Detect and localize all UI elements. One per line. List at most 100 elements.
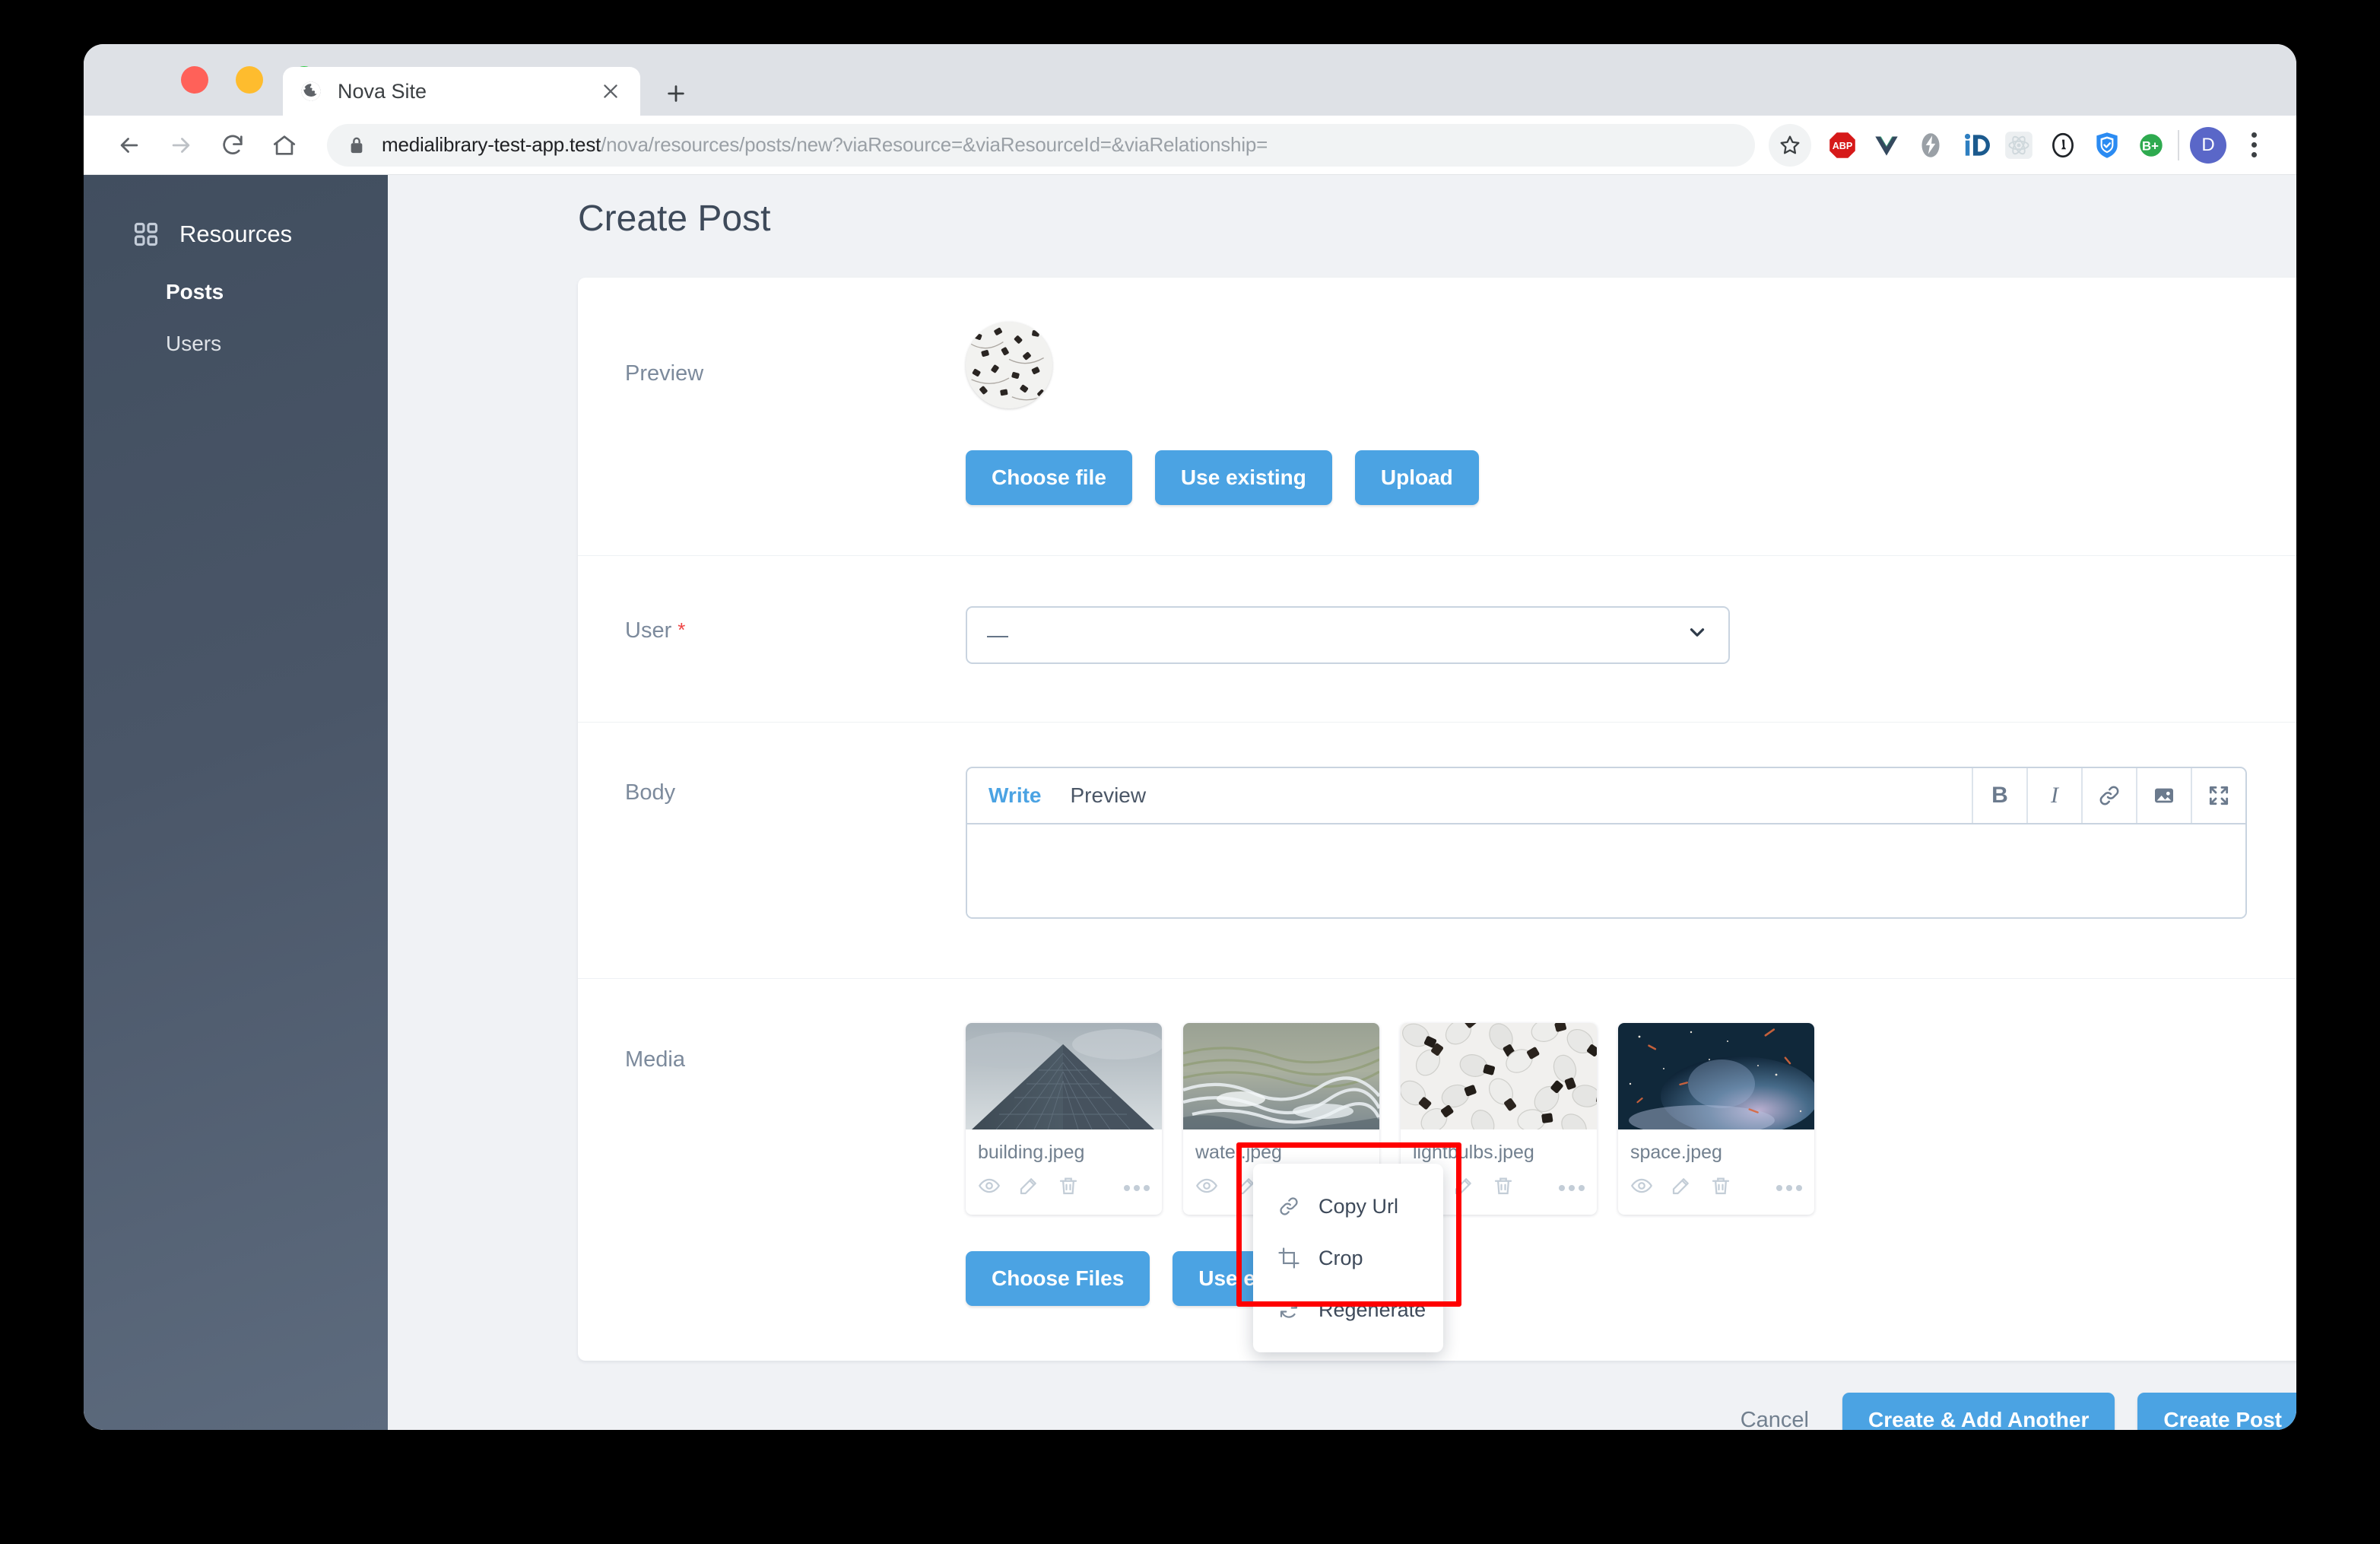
trash-icon[interactable] — [1709, 1174, 1732, 1201]
media-filename: lightbulbs.jpeg — [1413, 1142, 1534, 1163]
trash-icon[interactable] — [1492, 1174, 1515, 1201]
media-grid: building.jpeg water.jpeg lightbulbs.jpeg… — [966, 1023, 2261, 1215]
onepassword-icon[interactable] — [2047, 129, 2079, 161]
preview-field-label: Preview — [625, 361, 704, 386]
bold-icon[interactable]: B — [1972, 768, 2026, 823]
image-icon[interactable] — [2136, 768, 2191, 823]
browser-tab[interactable]: Nova Site — [283, 67, 640, 116]
list-item[interactable]: space.jpeg — [1618, 1023, 1814, 1215]
body-field-body: Write Preview B I — [966, 767, 2296, 919]
list-item[interactable]: building.jpeg — [966, 1023, 1162, 1215]
close-window-button[interactable] — [181, 66, 208, 94]
browser-menu-icon[interactable] — [2237, 127, 2271, 164]
svg-text:ABP: ABP — [1833, 141, 1853, 151]
new-tab-button[interactable] — [662, 79, 690, 108]
eye-icon[interactable] — [1195, 1174, 1218, 1201]
media-field-label: Media — [625, 1047, 685, 1072]
link-icon[interactable] — [2081, 768, 2136, 823]
adblock-plus-icon[interactable]: ABP — [1826, 129, 1858, 161]
form-actions: Cancel Create & Add Another Create Post — [578, 1393, 2296, 1430]
editor-tool-group: B I — [1972, 768, 2245, 823]
back-icon[interactable] — [109, 125, 149, 165]
toolbar-divider — [2178, 129, 2179, 160]
edit-icon[interactable] — [1452, 1174, 1475, 1201]
tab-write[interactable]: Write — [988, 783, 1042, 808]
sidebar-item-resources[interactable]: Resources — [84, 175, 388, 248]
media-context-menu-wrapper: Copy Url Crop Regenerate — [1236, 1142, 1461, 1352]
media-thumbnail-water — [1183, 1023, 1379, 1129]
user-select-value: — — [987, 623, 1008, 647]
media-filename: water.jpeg — [1195, 1142, 1282, 1163]
refresh-icon — [1276, 1297, 1302, 1323]
menu-item-regenerate[interactable]: Regenerate — [1253, 1284, 1443, 1336]
user-select[interactable]: — — [966, 606, 1730, 664]
browser-window: Nova Site medialibrary-test-app.test/nov… — [84, 44, 2296, 1430]
more-icon[interactable] — [1776, 1184, 1802, 1191]
svg-text:B+: B+ — [2142, 138, 2159, 153]
vue-devtools-icon[interactable] — [1871, 129, 1902, 161]
address-bar[interactable]: medialibrary-test-app.test/nova/resource… — [327, 123, 1755, 167]
forward-icon[interactable] — [161, 125, 201, 165]
media-card-actions — [1618, 1164, 1814, 1215]
field-row-body: Body Write Preview B I — [578, 723, 2296, 979]
media-context-menu: Copy Url Crop Regenerate — [1253, 1164, 1443, 1352]
create-post-button[interactable]: Create Post — [2137, 1393, 2296, 1430]
media-thumbnail-space — [1618, 1023, 1814, 1129]
home-icon[interactable] — [265, 125, 304, 165]
choose-file-button[interactable]: Choose file — [966, 450, 1132, 505]
fullscreen-icon[interactable] — [2191, 768, 2245, 823]
lightning-icon[interactable] — [1915, 129, 1947, 161]
media-field-body: building.jpeg water.jpeg lightbulbs.jpeg… — [966, 1023, 2296, 1306]
italic-icon[interactable]: I — [2026, 768, 2081, 823]
url-host: medialibrary-test-app.test — [382, 133, 601, 156]
edit-icon[interactable] — [1017, 1174, 1040, 1201]
shield-icon[interactable] — [2091, 129, 2123, 161]
menu-item-label: Crop — [1319, 1246, 1363, 1269]
bookmark-star-icon[interactable] — [1769, 123, 1811, 167]
preview-field-body: Choose file Use existing Upload — [966, 322, 2296, 505]
reload-icon[interactable] — [213, 125, 252, 165]
choose-files-button[interactable]: Choose Files — [966, 1251, 1150, 1306]
upload-button[interactable]: Upload — [1354, 450, 1479, 505]
editor-textarea[interactable] — [967, 824, 2245, 917]
preview-thumbnail[interactable] — [966, 322, 1052, 408]
edit-icon[interactable] — [1670, 1174, 1693, 1201]
extension-icons: ABP B+ — [1826, 129, 2167, 161]
avatar[interactable]: D — [2190, 126, 2226, 164]
sidebar-item-posts[interactable]: Posts — [166, 280, 388, 304]
body-field-label: Body — [625, 780, 676, 805]
user-field-label: User * — [578, 606, 966, 664]
id-icon[interactable] — [1959, 129, 1991, 161]
media-thumbnail-building — [966, 1023, 1162, 1129]
more-icon[interactable] — [1559, 1184, 1585, 1191]
use-existing-button[interactable]: Use existing — [1154, 450, 1332, 505]
cancel-button[interactable]: Cancel — [1730, 1408, 1820, 1431]
minimize-window-button[interactable] — [236, 66, 263, 94]
tab-preview[interactable]: Preview — [1071, 783, 1147, 808]
sidebar-item-users[interactable]: Users — [166, 332, 388, 356]
close-icon[interactable] — [598, 78, 624, 104]
bplus-icon[interactable]: B+ — [2135, 129, 2167, 161]
menu-item-crop[interactable]: Crop — [1253, 1232, 1443, 1284]
lock-icon — [348, 135, 365, 155]
react-devtools-icon[interactable] — [2003, 129, 2035, 161]
media-card-actions — [966, 1164, 1162, 1215]
media-filename: space.jpeg — [1630, 1142, 1722, 1163]
browser-tab-title: Nova Site — [338, 79, 427, 103]
user-field-label-text: User — [625, 618, 672, 643]
sidebar-subnav: Posts Users — [84, 280, 388, 356]
media-thumbnail-lightbulbs — [1401, 1023, 1597, 1129]
more-icon[interactable] — [1124, 1184, 1150, 1191]
eye-icon[interactable] — [1630, 1174, 1653, 1201]
markdown-editor: Write Preview B I — [966, 767, 2247, 919]
link-icon — [1276, 1193, 1302, 1219]
chevron-down-icon — [1686, 621, 1709, 650]
create-and-add-another-button[interactable]: Create & Add Another — [1842, 1393, 2115, 1430]
user-field-body: — — [966, 606, 2296, 664]
media-filename: building.jpeg — [978, 1142, 1085, 1163]
menu-item-copy-url[interactable]: Copy Url — [1253, 1180, 1443, 1232]
page-viewport: Resources Posts Users Create Post Previe… — [84, 175, 2296, 1430]
field-row-user: User * — — [578, 556, 2296, 723]
trash-icon[interactable] — [1057, 1174, 1080, 1201]
eye-icon[interactable] — [978, 1174, 1001, 1201]
